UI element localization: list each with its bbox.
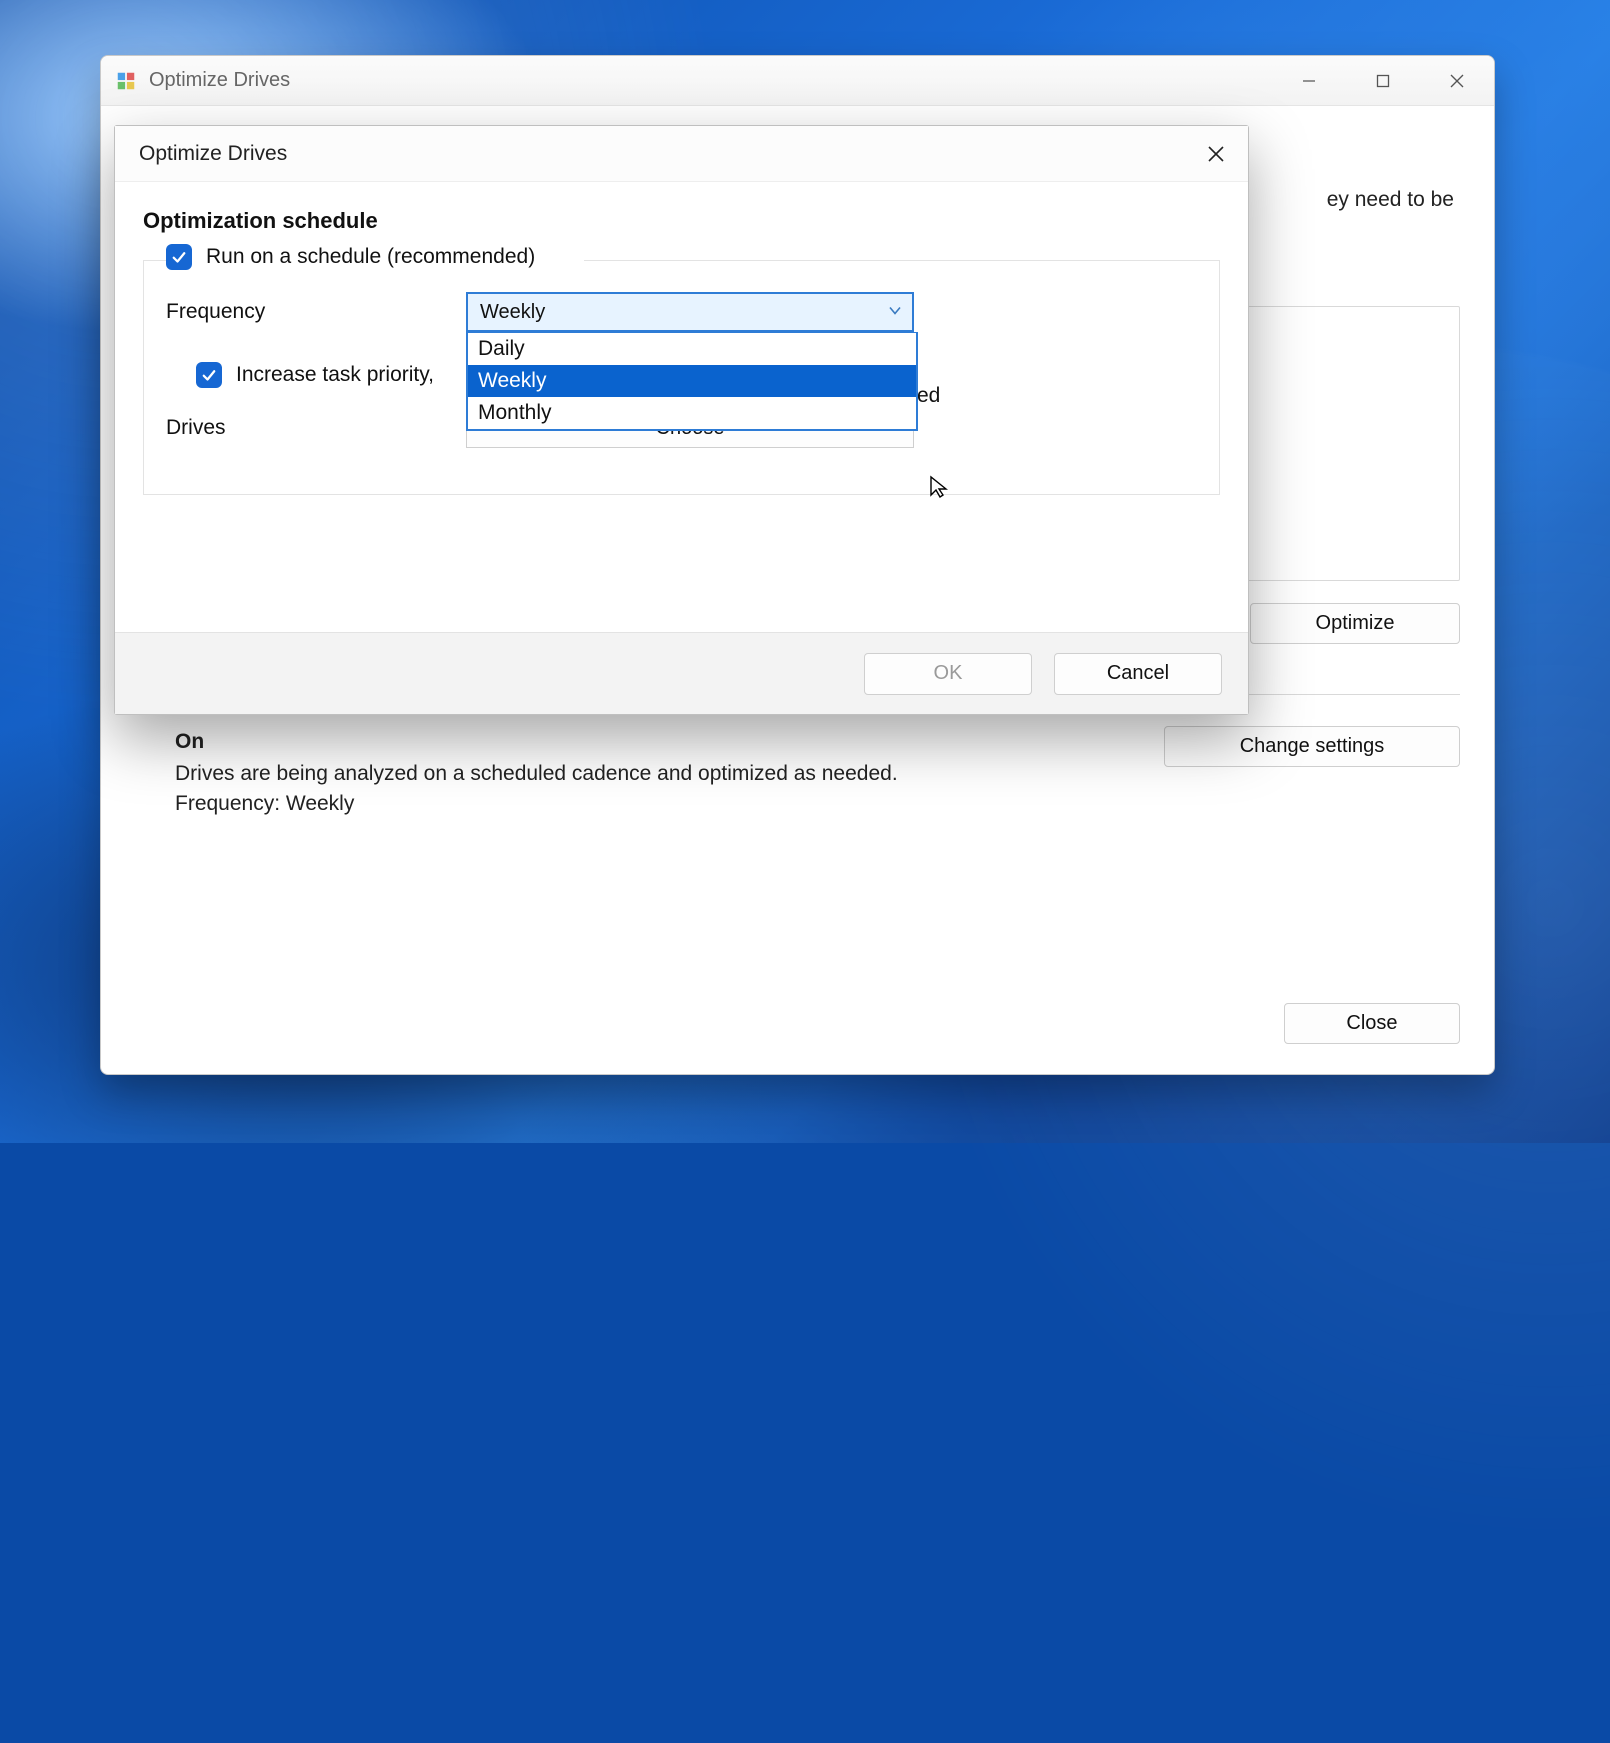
frequency-dropdown: Daily Weekly Monthly <box>466 332 918 431</box>
dialog-close-button[interactable] <box>1188 126 1244 182</box>
minimize-button[interactable] <box>1272 56 1346 105</box>
dialog-header[interactable]: Optimize Drives <box>115 126 1248 182</box>
schedule-frequency: Frequency: Weekly <box>175 792 1164 816</box>
frequency-option-daily[interactable]: Daily <box>468 333 916 365</box>
optimization-schedule-subheader: Optimization schedule <box>143 208 1220 234</box>
increase-priority-label: Increase task priority, <box>236 363 434 387</box>
schedule-status-on: On <box>175 730 1164 754</box>
schedule-fieldset: Run on a schedule (recommended) Frequenc… <box>143 260 1220 495</box>
optimization-schedule-dialog: Optimize Drives Optimization schedule Ru… <box>114 125 1249 715</box>
run-on-schedule-label: Run on a schedule (recommended) <box>206 245 535 269</box>
run-on-schedule-checkbox[interactable] <box>166 244 192 270</box>
frequency-label: Frequency <box>166 300 466 324</box>
window-caption-buttons <box>1272 56 1494 105</box>
increase-priority-checkbox[interactable] <box>196 362 222 388</box>
dialog-footer: OK Cancel <box>115 632 1248 714</box>
ok-button[interactable]: OK <box>864 653 1032 695</box>
intro-text-fragment: ey need to be <box>1327 188 1454 212</box>
close-window-button[interactable]: Close <box>1284 1003 1460 1044</box>
titlebar[interactable]: Optimize Drives <box>101 56 1494 106</box>
frequency-value: Weekly <box>480 301 545 324</box>
schedule-description: Drives are being analyzed on a scheduled… <box>175 762 1164 786</box>
optimize-drives-icon <box>115 70 137 92</box>
window-title: Optimize Drives <box>149 69 1272 92</box>
cancel-button[interactable]: Cancel <box>1054 653 1222 695</box>
optimize-button[interactable]: Optimize <box>1250 603 1460 644</box>
frequency-option-monthly[interactable]: Monthly <box>468 397 916 429</box>
maximize-button[interactable] <box>1346 56 1420 105</box>
close-button[interactable] <box>1420 56 1494 105</box>
frequency-option-weekly[interactable]: Weekly <box>468 365 916 397</box>
dialog-title: Optimize Drives <box>139 142 1188 166</box>
chevron-down-icon <box>888 301 902 324</box>
drives-label: Drives <box>166 416 466 440</box>
change-settings-button[interactable]: Change settings <box>1164 726 1460 767</box>
frequency-combobox[interactable]: Weekly Daily Weekly Monthly <box>466 292 914 332</box>
